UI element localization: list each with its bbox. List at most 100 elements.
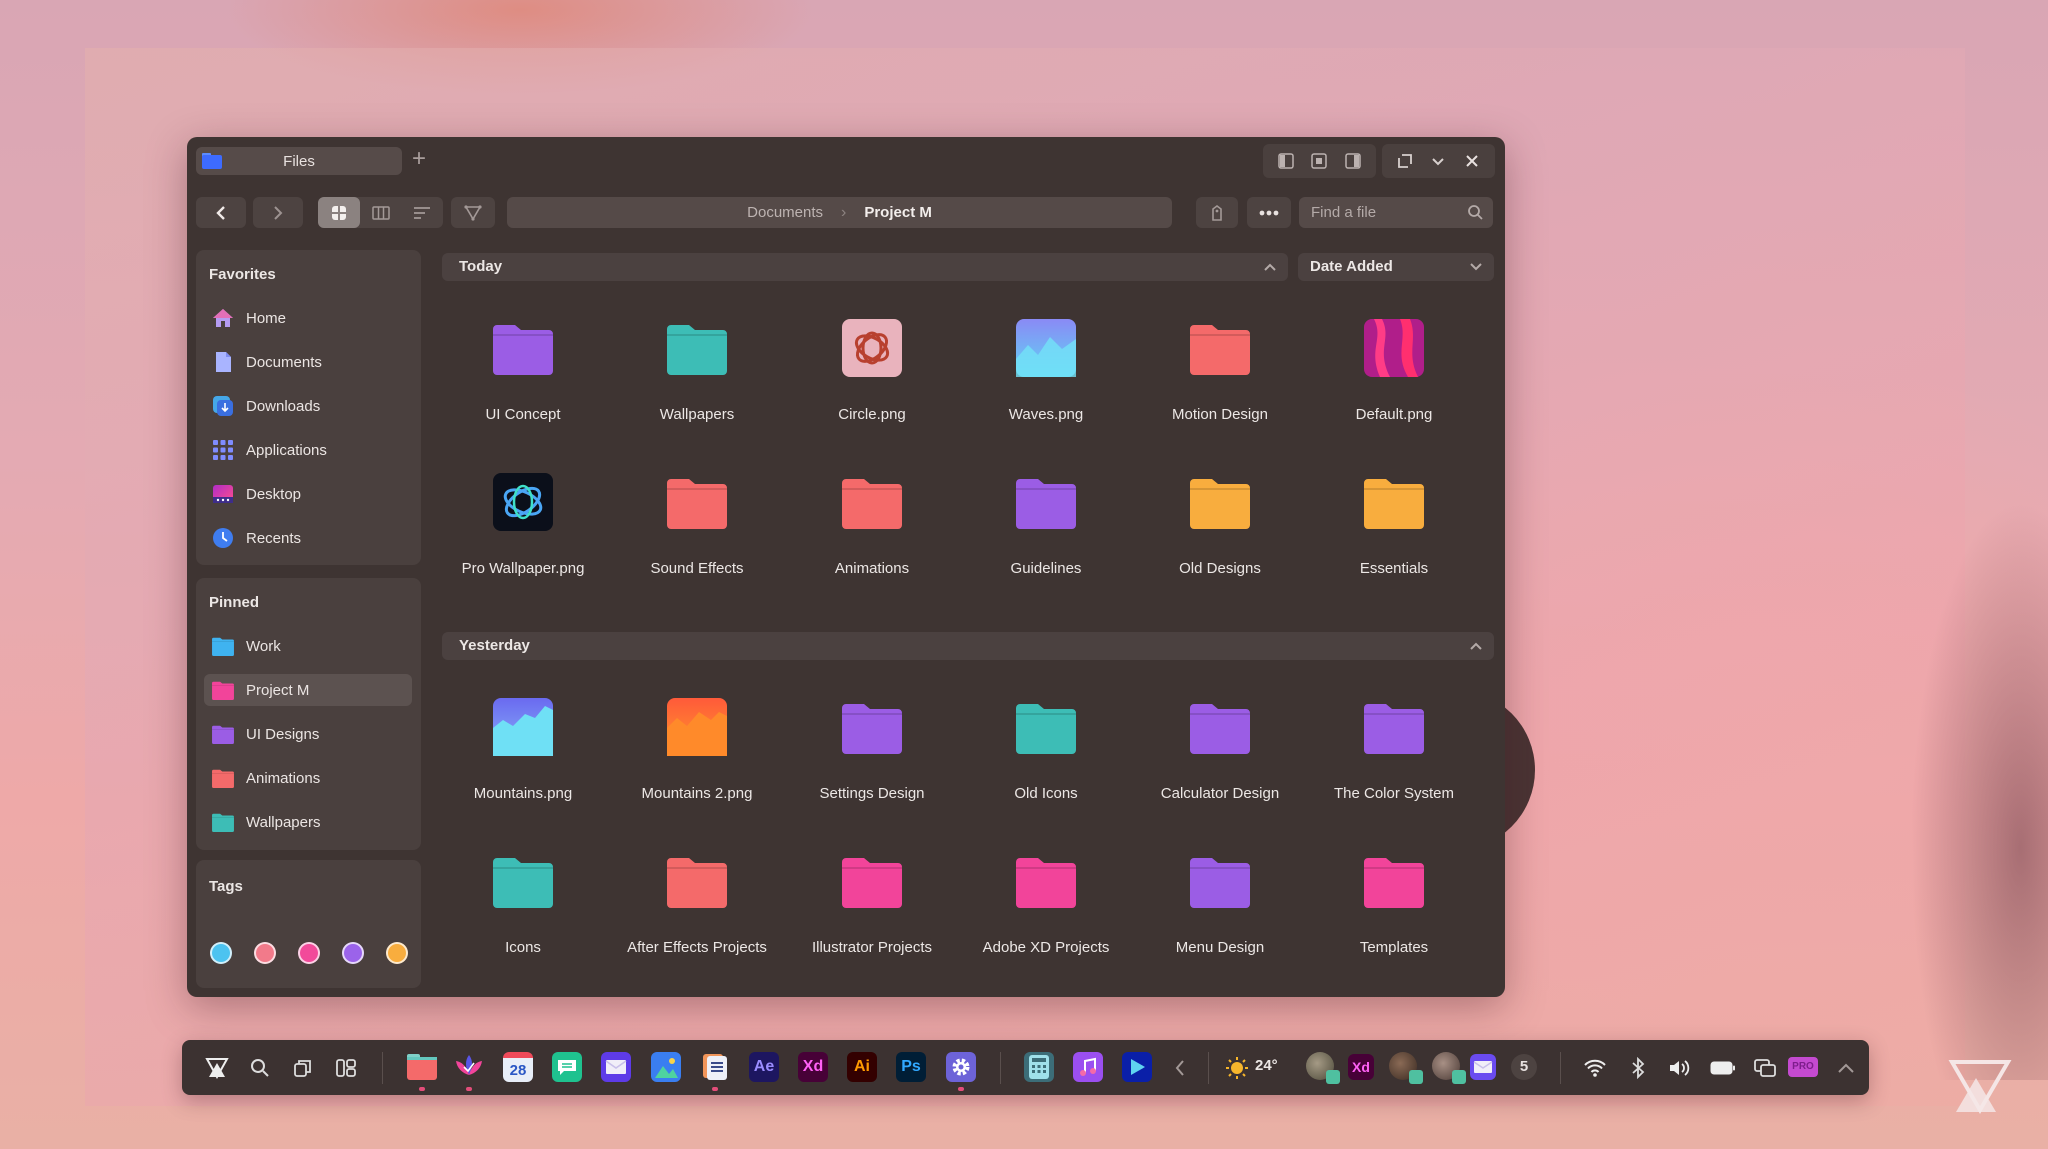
back-button[interactable]: [196, 197, 246, 228]
more-button[interactable]: [1247, 197, 1291, 228]
new-tab-button[interactable]: +: [407, 145, 431, 173]
tag-color-2[interactable]: [254, 942, 276, 964]
folder-item-templates[interactable]: Templates: [1309, 852, 1479, 982]
breadcrumb-project-m[interactable]: Project M: [864, 204, 932, 221]
folder-item-animations[interactable]: Animations: [787, 473, 957, 603]
search-icon[interactable]: [1467, 204, 1483, 220]
battery-button[interactable]: [1708, 1053, 1738, 1083]
calendar-app-button[interactable]: 28: [503, 1052, 533, 1082]
tab-files[interactable]: Files: [196, 147, 402, 175]
xd-notification[interactable]: Xd: [1348, 1054, 1374, 1080]
launcher-button[interactable]: [202, 1053, 232, 1083]
sidebar-item-downloads[interactable]: Downloads: [204, 390, 412, 422]
chevron-up-icon[interactable]: [1468, 632, 1484, 660]
avatar-notification-1[interactable]: [1306, 1052, 1340, 1084]
sidebar-item-documents[interactable]: Documents: [204, 346, 412, 378]
folder-item-settings-design[interactable]: Settings Design: [787, 698, 957, 828]
file-name: Circle.png: [838, 406, 906, 423]
sidebar-item-ui-designs[interactable]: UI Designs: [204, 718, 412, 750]
mail-app-button[interactable]: [601, 1052, 631, 1082]
multi-window-button[interactable]: [1750, 1053, 1780, 1083]
sidebar-item-home[interactable]: Home: [204, 302, 412, 334]
collapse-apps-button[interactable]: [1165, 1053, 1195, 1083]
image-file-item-mountains-png[interactable]: Mountains.png: [438, 698, 608, 828]
restore-button[interactable]: [1392, 148, 1418, 174]
chevron-up-icon[interactable]: [1262, 253, 1278, 281]
search-input[interactable]: [1299, 197, 1459, 228]
folder-item-wallpapers[interactable]: Wallpapers: [612, 319, 782, 449]
tag-color-3[interactable]: [298, 942, 320, 964]
grid-view-button[interactable]: [318, 197, 360, 228]
folder-item-old-icons[interactable]: Old Icons: [961, 698, 1131, 828]
notification-count-badge[interactable]: 5: [1511, 1054, 1537, 1080]
folder-item-adobe-xd-projects[interactable]: Adobe XD Projects: [961, 852, 1131, 982]
photoshop-app-button[interactable]: Ps: [896, 1052, 926, 1082]
lotus-app-button[interactable]: [454, 1052, 484, 1082]
folder-item-illustrator-projects[interactable]: Illustrator Projects: [787, 852, 957, 982]
folder-item-motion-design[interactable]: Motion Design: [1135, 319, 1305, 449]
tag-button[interactable]: [1196, 197, 1238, 228]
wifi-button[interactable]: [1580, 1053, 1610, 1083]
section-header-today[interactable]: Today: [442, 253, 1288, 281]
volume-button[interactable]: [1664, 1053, 1694, 1083]
settings-app-button[interactable]: [946, 1052, 976, 1082]
image-file-item-circle-png[interactable]: Circle.png: [787, 319, 957, 449]
sidebar-item-recents[interactable]: Recents: [204, 522, 412, 554]
widgets-button[interactable]: [331, 1053, 361, 1083]
bluetooth-button[interactable]: [1623, 1053, 1653, 1083]
folder-item-menu-design[interactable]: Menu Design: [1135, 852, 1305, 982]
list-view-button[interactable]: [401, 197, 443, 228]
pro-badge[interactable]: PRO: [1788, 1057, 1818, 1077]
calculator-app-button[interactable]: [1024, 1052, 1054, 1082]
image-file-item-waves-png[interactable]: Waves.png: [961, 319, 1131, 449]
messages-app-button[interactable]: [552, 1052, 582, 1082]
files-app-button[interactable]: [407, 1052, 437, 1082]
center-panel-button[interactable]: [1306, 148, 1332, 174]
folder-item-sound-effects[interactable]: Sound Effects: [612, 473, 782, 603]
tag-color-1[interactable]: [210, 942, 232, 964]
avatar-notification-3[interactable]: [1432, 1052, 1466, 1084]
image-file-item-pro-wallpaper-png[interactable]: Pro Wallpaper.png: [438, 473, 608, 603]
folder-item-calculator-design[interactable]: Calculator Design: [1135, 698, 1305, 828]
folder-item-guidelines[interactable]: Guidelines: [961, 473, 1131, 603]
column-view-button[interactable]: [360, 197, 402, 228]
breadcrumb-documents[interactable]: Documents: [747, 204, 823, 221]
tray-expand-button[interactable]: [1831, 1053, 1861, 1083]
sidebar-item-applications[interactable]: Applications: [204, 434, 412, 466]
filter-button[interactable]: [451, 197, 495, 228]
music-app-button[interactable]: [1073, 1052, 1103, 1082]
search-button[interactable]: [245, 1053, 275, 1083]
task-view-button[interactable]: [288, 1053, 318, 1083]
folder-item-ui-concept[interactable]: UI Concept: [438, 319, 608, 449]
folder-item-old-designs[interactable]: Old Designs: [1135, 473, 1305, 603]
tag-color-5[interactable]: [386, 942, 408, 964]
sidebar-item-wallpapers[interactable]: Wallpapers: [204, 806, 412, 838]
after-effects-app-button[interactable]: Ae: [749, 1052, 779, 1082]
image-file-item-mountains-2-png[interactable]: Mountains 2.png: [612, 698, 782, 828]
folder-item-icons[interactable]: Icons: [438, 852, 608, 982]
mail-notification[interactable]: [1470, 1054, 1496, 1080]
sidebar-left-button[interactable]: [1273, 148, 1299, 174]
close-button[interactable]: [1459, 148, 1485, 174]
sidebar-item-work[interactable]: Work: [204, 630, 412, 662]
sidebar-item-animations[interactable]: Animations: [204, 762, 412, 794]
sidebar-item-desktop[interactable]: Desktop: [204, 478, 412, 510]
forward-button[interactable]: [253, 197, 303, 228]
folder-item-the-color-system[interactable]: The Color System: [1309, 698, 1479, 828]
minimize-button[interactable]: [1425, 148, 1451, 174]
weather-widget[interactable]: [1222, 1053, 1252, 1083]
tag-color-4[interactable]: [342, 942, 364, 964]
notes-app-button[interactable]: [700, 1052, 730, 1082]
illustrator-app-button[interactable]: Ai: [847, 1052, 877, 1082]
media-player-app-button[interactable]: [1122, 1052, 1152, 1082]
folder-item-essentials[interactable]: Essentials: [1309, 473, 1479, 603]
sidebar-item-project-m[interactable]: Project M: [204, 674, 412, 706]
sort-dropdown[interactable]: Date Added: [1298, 253, 1494, 281]
xd-app-button[interactable]: Xd: [798, 1052, 828, 1082]
section-header-yesterday[interactable]: Yesterday: [442, 632, 1494, 660]
photos-app-button[interactable]: [651, 1052, 681, 1082]
sidebar-right-button[interactable]: [1340, 148, 1366, 174]
avatar-notification-2[interactable]: [1389, 1052, 1423, 1084]
folder-item-after-effects-projects[interactable]: After Effects Projects: [612, 852, 782, 982]
image-file-item-default-png[interactable]: Default.png: [1309, 319, 1479, 449]
